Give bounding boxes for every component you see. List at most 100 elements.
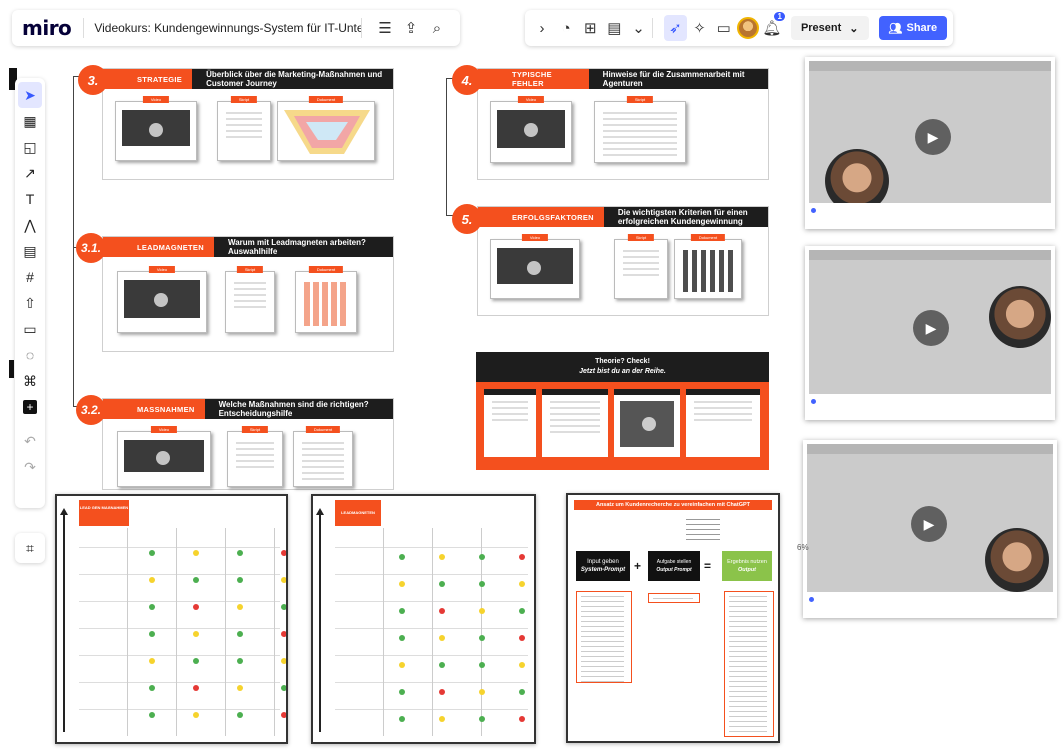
zoom-level[interactable]: 6% (797, 543, 809, 552)
card-label: Video (142, 96, 170, 103)
section-leadmagneten[interactable]: LEADMAGNETEN Warum mit Leadmagneten arbe… (102, 236, 394, 352)
chevron-right-icon[interactable]: › (531, 15, 553, 41)
video-embed-1[interactable]: ▶ (805, 57, 1055, 229)
more-chevron-icon[interactable]: ⌄ (627, 15, 649, 41)
export-icon[interactable]: ⇪ (398, 15, 424, 41)
document-card[interactable]: Dokument (293, 426, 353, 487)
miro-logo[interactable]: miro (22, 16, 72, 40)
frames-panel-icon[interactable]: ⌗ (15, 533, 45, 563)
video-card[interactable]: Video (117, 266, 207, 333)
upload-icon[interactable]: ⇧ (18, 290, 42, 316)
share-label: Share (906, 22, 938, 34)
status-dot (399, 716, 405, 722)
section-typische-fehler[interactable]: TYPISCHE FEHLER Hinweise für die Zusamme… (477, 68, 769, 180)
presenter-face (989, 286, 1051, 348)
present-label: Present (800, 22, 842, 34)
video-card[interactable]: Video (115, 96, 197, 161)
connection-line-icon[interactable]: ↗ (18, 160, 42, 186)
status-dot (149, 658, 155, 664)
status-dot (237, 658, 243, 664)
header-divider (83, 18, 85, 38)
play-icon[interactable]: ▶ (911, 506, 947, 542)
customer-journey-funnel (284, 110, 370, 154)
reactions-icon[interactable]: ➶ (664, 15, 687, 41)
task-box-title: Aufgabe stellen (656, 559, 692, 565)
theory-check-frame[interactable]: Theorie? Check! Jetzt bist du an der Rei… (476, 352, 769, 470)
status-dot (519, 554, 525, 560)
section-strategie[interactable]: STRATEGIE Überblick über die Marketing-M… (102, 68, 394, 180)
table-header-cell: LEAD GEN MAẞNAHMEN (79, 500, 129, 526)
celebrate-icon[interactable]: ✧ (689, 15, 711, 41)
script-card[interactable]: Skript (227, 426, 283, 487)
script-card[interactable]: Skript (594, 96, 686, 163)
document-card[interactable]: Dokument (295, 266, 357, 333)
section-number-badge: 3. (78, 65, 108, 95)
section-title: Warum mit Leadmagneten arbeiten? Auswahl… (227, 238, 366, 256)
vertical-axis-arrow (60, 508, 68, 732)
status-dot (479, 608, 485, 614)
shapes-icon[interactable]: ◌ (18, 342, 42, 368)
timer-icon[interactable]: ◔ (555, 15, 577, 41)
play-icon[interactable]: ▶ (913, 310, 949, 346)
theory-card[interactable] (542, 389, 608, 457)
notes-icon[interactable]: ▤ (603, 15, 625, 41)
video-embed-2[interactable]: ▶ (805, 246, 1055, 420)
text-icon[interactable]: T (18, 186, 42, 212)
play-icon[interactable]: ▶ (915, 119, 951, 155)
present-button[interactable]: Present ⌄ (790, 16, 869, 40)
chatgpt-research-frame[interactable]: Ansatz um Kundenrecherche zu vereinfache… (566, 493, 780, 743)
add-frame-icon[interactable]: ⊞ (579, 15, 601, 41)
document-card[interactable]: Dokument (674, 234, 742, 299)
redo-icon[interactable]: ↷ (18, 454, 42, 480)
card-icon[interactable]: ▭ (18, 316, 42, 342)
video-card[interactable]: Video (490, 234, 580, 299)
script-card[interactable]: Skript (217, 96, 271, 161)
select-cursor-icon[interactable]: ➤ (18, 82, 42, 108)
undo-icon[interactable]: ↶ (18, 428, 42, 454)
script-card[interactable]: Skript (225, 266, 275, 333)
section-massnahmen[interactable]: MASSNAHMEN Welche Maßnahmen sind die ric… (102, 398, 394, 490)
script-card[interactable]: Skript (614, 234, 668, 299)
status-dot (399, 581, 405, 587)
pen-icon[interactable]: ⋀ (18, 212, 42, 238)
share-button[interactable]: 👥︎ Share (878, 16, 948, 40)
user-avatar[interactable] (736, 15, 759, 41)
leadmagneten-table[interactable]: LEADMAGNETEN (311, 494, 536, 744)
section-connector (73, 76, 74, 406)
task-box: Aufgabe stellen Output Prompt (648, 551, 700, 581)
theory-card[interactable] (614, 389, 680, 457)
document-card[interactable]: Dokument (277, 96, 375, 161)
status-dot (519, 662, 525, 668)
lead-gen-massnahmen-table[interactable]: LEAD GEN MAẞNAHMEN (55, 494, 288, 744)
section-erfolgsfaktoren[interactable]: ERFOLGSFAKTOREN Die wichtigsten Kriterie… (477, 206, 769, 316)
section-title: Die wichtigsten Kriterien für einen erfo… (617, 208, 748, 226)
search-icon[interactable]: ⌕ (424, 15, 450, 41)
status-dot (281, 577, 286, 583)
board-title[interactable]: Videokurs: Kundengewinnungs-System für I… (94, 21, 361, 35)
templates-icon[interactable]: ▦ (18, 108, 42, 134)
notifications-bell-icon[interactable]: 🔔︎ 1 (761, 12, 785, 41)
frame-icon[interactable]: # (18, 264, 42, 290)
video-card[interactable]: Video (117, 426, 211, 487)
comments-icon[interactable]: ▭ (713, 15, 735, 41)
video-caption (809, 597, 1051, 613)
card-label: Skript (627, 234, 655, 241)
video-card[interactable]: Video (490, 96, 572, 163)
theory-card[interactable] (686, 389, 760, 457)
output-box-title: Ergebnis nutzen (727, 559, 767, 565)
video-embed-3[interactable]: ▶ (803, 440, 1057, 618)
output-document (724, 591, 774, 737)
comment-icon[interactable]: ▤ (18, 238, 42, 264)
theory-card[interactable] (484, 389, 536, 457)
video-thumbnail (124, 440, 204, 472)
menu-icon[interactable]: ☰ (372, 15, 398, 41)
chevron-down-icon[interactable]: ⌄ (849, 22, 858, 35)
section-title: Hinweise für die Zusammenarbeit mit Agen… (602, 70, 745, 88)
status-dot (193, 685, 199, 691)
mindmap-icon[interactable]: ⌘ (18, 368, 42, 394)
add-apps-icon[interactable]: + (18, 394, 42, 420)
section-tag: ERFOLGSFAKTOREN (478, 207, 604, 227)
toolbar-edge-marker (9, 360, 14, 378)
sticky-note-icon[interactable]: ◱ (18, 134, 42, 160)
status-dot (237, 604, 243, 610)
